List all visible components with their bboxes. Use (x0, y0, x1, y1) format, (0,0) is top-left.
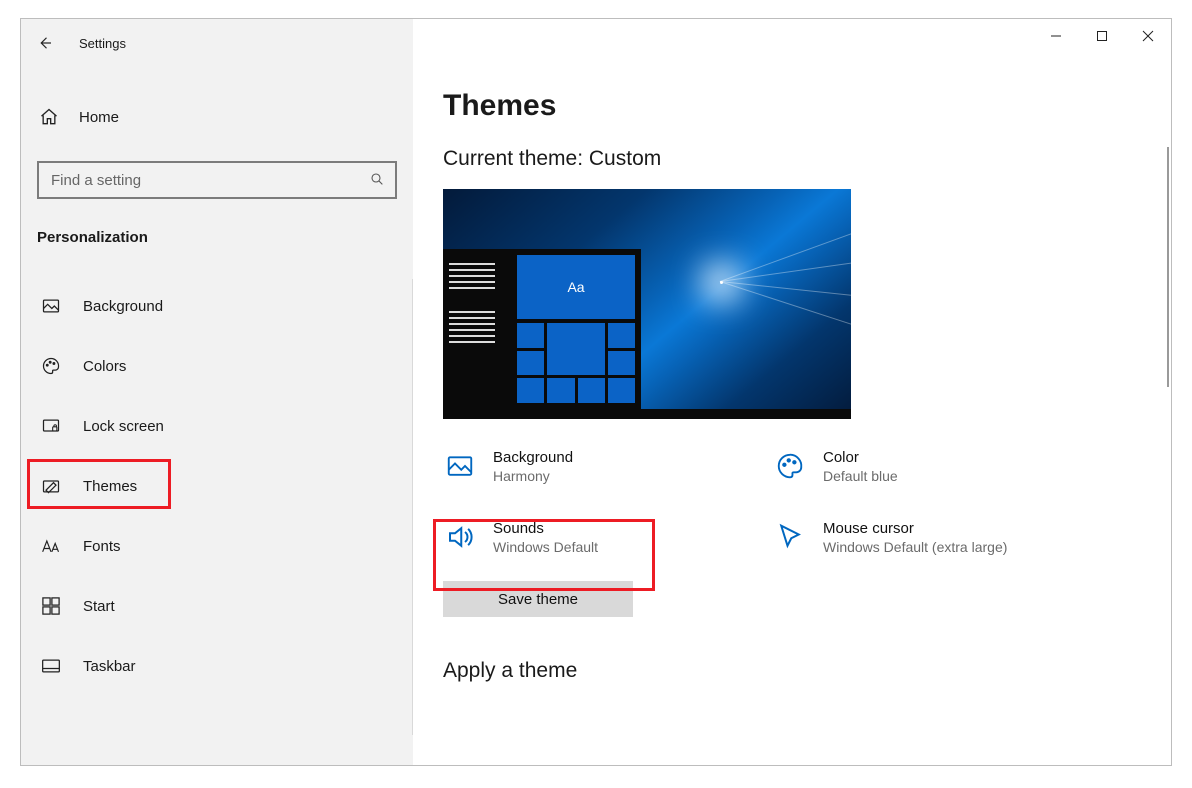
sidebar-item-background[interactable]: Background (21, 282, 413, 330)
option-background[interactable]: Background Harmony (443, 445, 773, 488)
sidebar-item-label: Lock screen (83, 418, 164, 435)
preview-taskbar (443, 409, 851, 419)
page-title: Themes (443, 89, 1171, 123)
sidebar-category: Personalization (21, 207, 413, 260)
sidebar-item-label: Colors (83, 358, 126, 375)
app-title: Settings (69, 36, 126, 51)
sidebar-item-label: Start (83, 598, 115, 615)
sidebar-item-fonts[interactable]: Fonts (21, 522, 413, 570)
option-subtitle: Default blue (823, 468, 898, 484)
title-bar: Settings (21, 19, 1171, 67)
option-title: Color (823, 449, 898, 466)
sidebar-item-label: Background (83, 298, 163, 315)
option-color[interactable]: Color Default blue (773, 445, 1103, 488)
search-field[interactable] (49, 171, 369, 190)
start-icon (39, 594, 63, 618)
option-subtitle: Harmony (493, 468, 573, 484)
sidebar-home[interactable]: Home (21, 91, 413, 143)
sidebar-item-taskbar[interactable]: Taskbar (21, 642, 413, 690)
sidebar-item-label: Fonts (83, 538, 121, 555)
back-button[interactable] (21, 19, 69, 67)
preview-tile: Aa (517, 255, 635, 319)
image-icon (39, 294, 63, 318)
apply-theme-title: Apply a theme (443, 659, 1171, 683)
sidebar-home-label: Home (79, 109, 119, 126)
maximize-button[interactable] (1079, 19, 1125, 53)
scrollbar[interactable] (1167, 147, 1169, 387)
sidebar-item-lockscreen[interactable]: Lock screen (21, 402, 413, 450)
lock-icon (39, 414, 63, 438)
option-title: Mouse cursor (823, 520, 1007, 537)
home-icon (37, 105, 61, 129)
current-theme-label: Current theme: Custom (443, 147, 1171, 171)
option-title: Sounds (493, 520, 598, 537)
search-input[interactable] (37, 161, 397, 199)
sidebar-item-colors[interactable]: Colors (21, 342, 413, 390)
sidebar-item-start[interactable]: Start (21, 582, 413, 630)
option-subtitle: Windows Default (493, 539, 598, 555)
fonts-icon (39, 534, 63, 558)
main-pane: Themes Current theme: Custom Aa (413, 19, 1171, 765)
save-theme-button[interactable]: Save theme (443, 581, 633, 617)
search-icon (369, 171, 385, 190)
taskbar-icon (39, 654, 63, 678)
palette-icon (773, 449, 807, 483)
option-subtitle: Windows Default (extra large) (823, 539, 1007, 555)
sound-icon (443, 520, 477, 554)
cursor-icon (773, 520, 807, 554)
sidebar-item-label: Themes (83, 478, 137, 495)
close-button[interactable] (1125, 19, 1171, 53)
settings-window: Settings Home (20, 18, 1172, 766)
option-title: Background (493, 449, 573, 466)
preview-start-menu: Aa (443, 249, 641, 409)
option-cursor[interactable]: Mouse cursor Windows Default (extra larg… (773, 516, 1103, 559)
minimize-button[interactable] (1033, 19, 1079, 53)
sidebar-item-themes[interactable]: Themes (21, 462, 413, 510)
sidebar-item-label: Taskbar (83, 658, 136, 675)
palette-icon (39, 354, 63, 378)
theme-preview: Aa (443, 189, 851, 419)
option-sounds[interactable]: Sounds Windows Default (443, 516, 773, 559)
image-icon (443, 449, 477, 483)
sidebar: Home Personalization Backgrou (21, 19, 413, 765)
themes-icon (39, 474, 63, 498)
